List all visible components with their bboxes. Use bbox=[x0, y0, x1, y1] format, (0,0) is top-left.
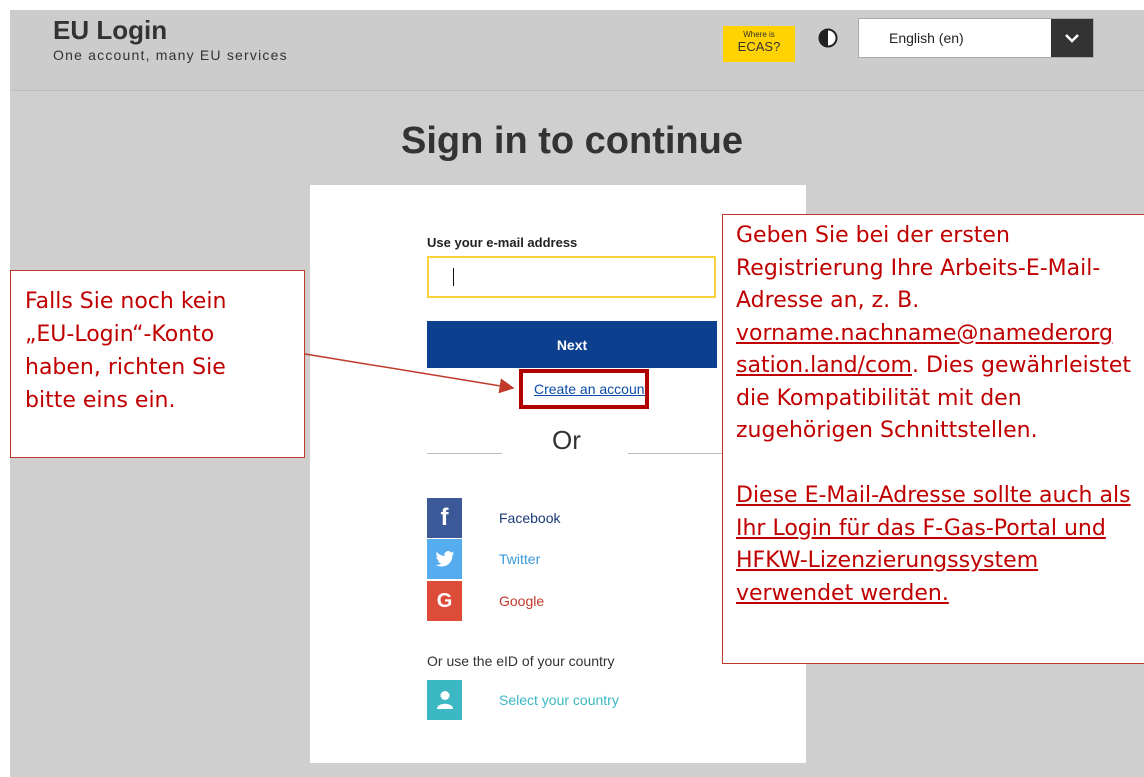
callout-right-underlined: Diese E-Mail-Adresse sollte auch als bbox=[736, 483, 1131, 508]
callout-right-line: zugehörigen Schnittstellen. bbox=[736, 418, 1038, 443]
annotation-callout-right: Geben Sie bei der ersten Registrierung I… bbox=[722, 214, 1144, 664]
callout-spacer bbox=[736, 448, 1144, 481]
example-email-part1: vorname.nachname@namederorg bbox=[736, 320, 1113, 346]
example-email-part2: sation.land/com bbox=[736, 353, 912, 378]
callout-right-underlined: verwendet werden. bbox=[736, 580, 949, 606]
callout-right-text: . Dies gewährleistet bbox=[911, 353, 1131, 378]
callout-right-line: sation.land/com. Dies gewährleistet bbox=[736, 350, 1144, 383]
callout-right-line: Geben Sie bei der ersten bbox=[736, 223, 1010, 248]
callout-right-underlined: HFKW-Lizenzierungssystem bbox=[736, 548, 1039, 573]
callout-right-underlined: Ihr Login für das F-Gas-Portal und bbox=[736, 515, 1106, 541]
callout-right-line: Adresse an, z. B. bbox=[736, 288, 920, 313]
callout-right-line: Registrierung Ihre Arbeits-E-Mail- bbox=[736, 255, 1101, 281]
callout-right-line: die Kompatibilität mit den bbox=[736, 385, 1022, 411]
